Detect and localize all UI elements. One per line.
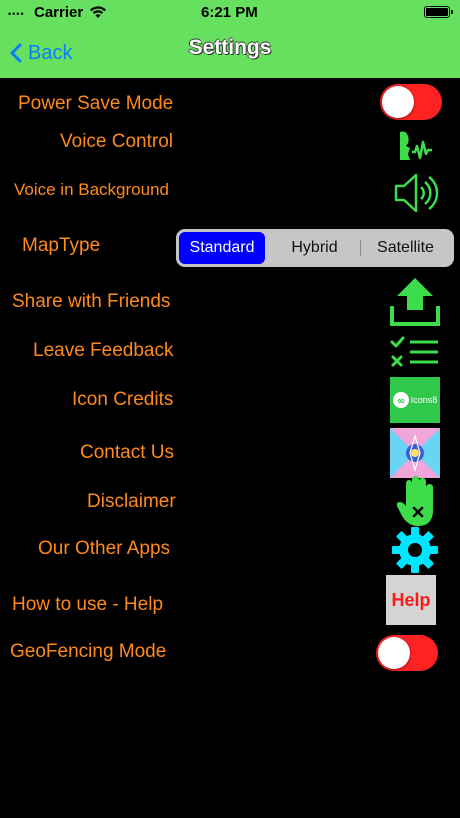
contact-pattern-icon[interactable] xyxy=(390,428,440,478)
navigation-bar: •••• Carrier 6:21 PM Back Settings xyxy=(0,0,460,78)
feedback-label: Leave Feedback xyxy=(33,340,174,361)
map-type-segmented-control[interactable]: Standard Hybrid Satellite xyxy=(176,229,454,267)
icons8-text: Icons8 xyxy=(411,395,438,405)
battery-icon xyxy=(424,6,453,18)
contact-label: Contact Us xyxy=(80,442,174,463)
power-save-label: Power Save Mode xyxy=(18,93,174,114)
geofencing-label: GeoFencing Mode xyxy=(10,641,167,662)
hand-stop-icon[interactable] xyxy=(396,474,440,528)
disclaimer-label: Disclaimer xyxy=(87,491,176,512)
toggle-knob xyxy=(382,86,414,118)
share-label: Share with Friends xyxy=(12,291,171,312)
checklist-icon[interactable] xyxy=(390,335,440,369)
status-bar: •••• Carrier 6:21 PM xyxy=(0,0,460,24)
speaker-icon[interactable] xyxy=(392,170,440,216)
segment-hybrid[interactable]: Hybrid xyxy=(269,232,360,264)
voice-control-label: Voice Control xyxy=(60,131,174,152)
page-title: Settings xyxy=(188,36,272,59)
geofencing-toggle[interactable] xyxy=(376,635,438,671)
segment-satellite[interactable]: Satellite xyxy=(360,232,451,264)
signal-icon: •••• xyxy=(8,9,25,19)
voice-background-label: Voice in Background xyxy=(14,180,169,199)
voice-control-icon[interactable] xyxy=(398,128,434,162)
toggle-knob xyxy=(378,637,410,669)
svg-text:∞: ∞ xyxy=(397,396,405,407)
icon-credits-label: Icon Credits xyxy=(72,389,174,410)
segment-standard[interactable]: Standard xyxy=(179,232,265,264)
other-apps-label: Our Other Apps xyxy=(38,538,171,559)
icons8-logo-icon[interactable]: ∞ Icons8 xyxy=(390,377,440,423)
help-label: How to use - Help xyxy=(12,594,164,615)
help-button[interactable]: Help xyxy=(386,575,436,625)
gear-icon[interactable] xyxy=(392,527,438,573)
clock-label: 6:21 PM xyxy=(201,4,258,21)
map-type-label: MapType xyxy=(22,235,101,256)
carrier-label: Carrier xyxy=(34,4,84,21)
wifi-icon xyxy=(90,6,106,18)
power-save-toggle[interactable] xyxy=(380,84,442,120)
share-upload-icon[interactable] xyxy=(389,276,441,328)
